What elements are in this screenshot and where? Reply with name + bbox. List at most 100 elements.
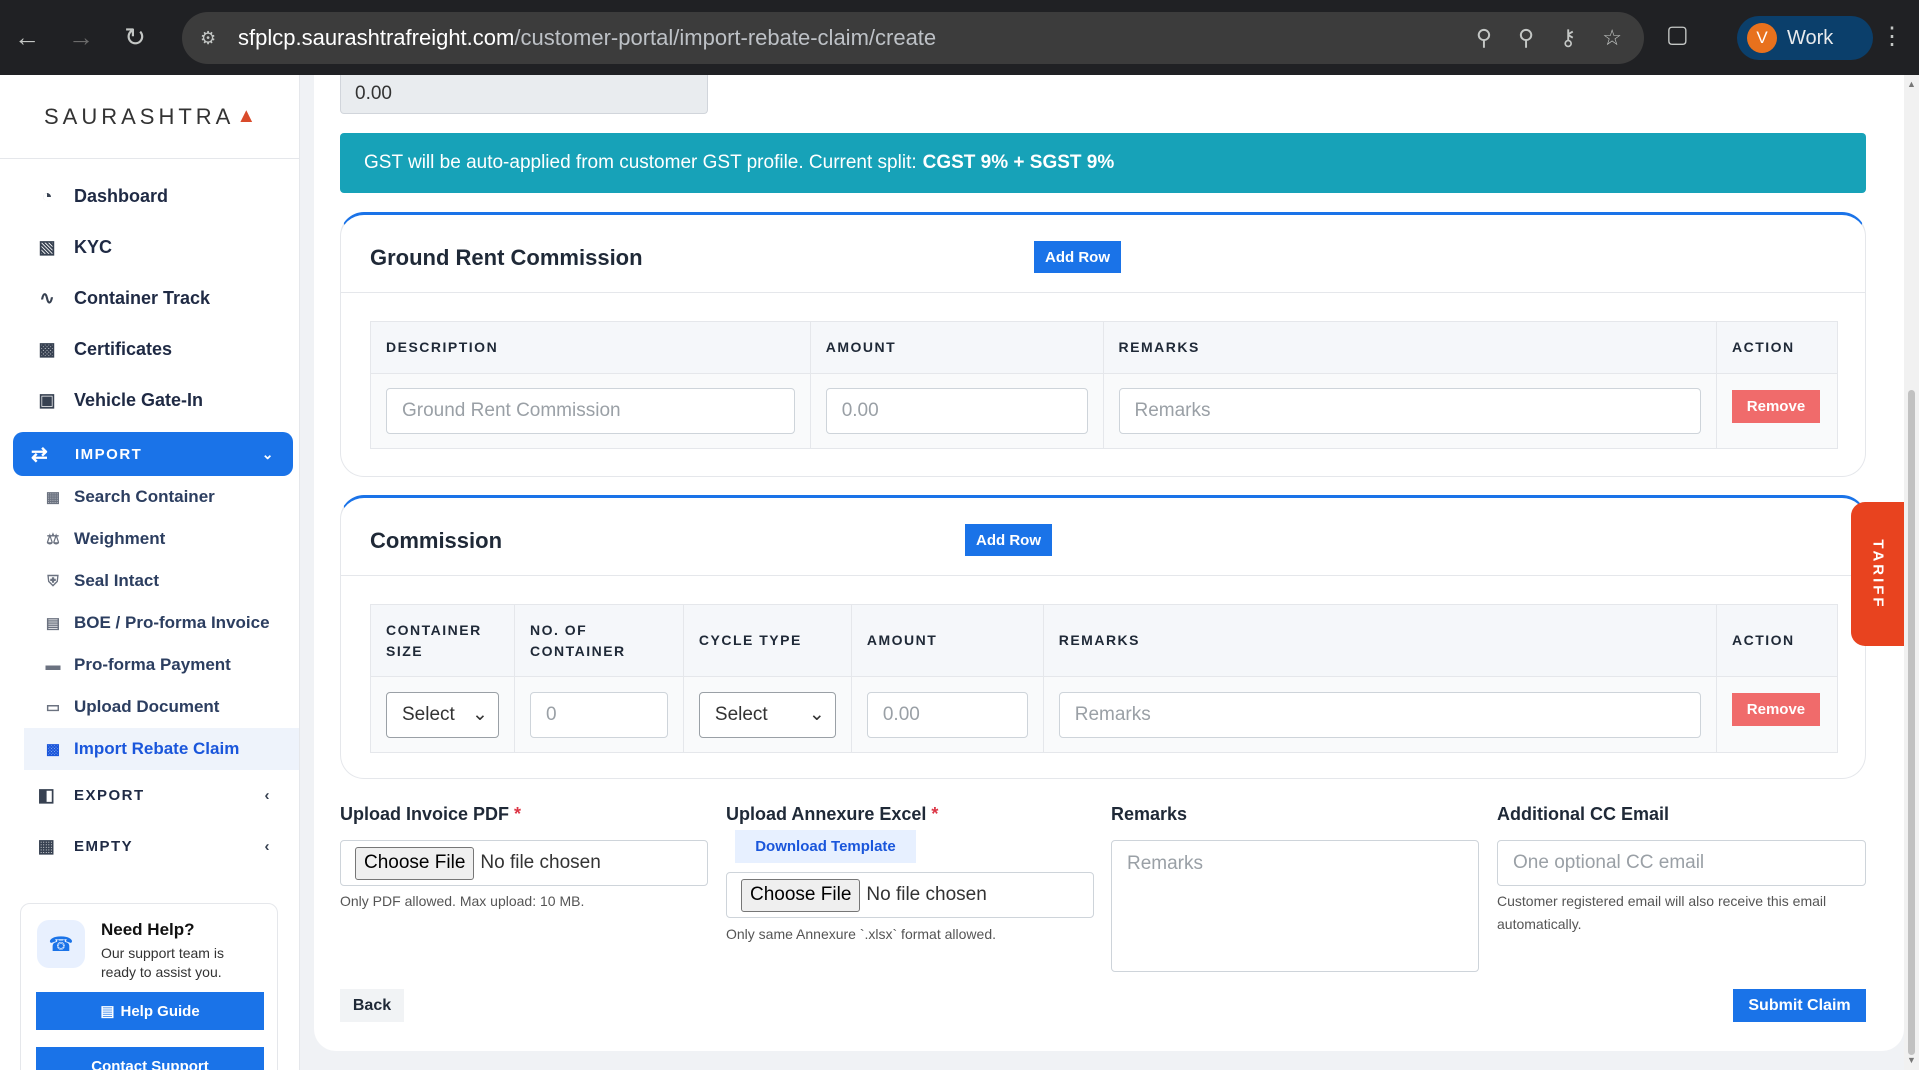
add-row-button[interactable]: Add Row — [965, 524, 1052, 556]
help-guide-button[interactable]: ▤ Help Guide — [36, 992, 264, 1030]
table-header-row: CONTAINER SIZE NO. OF CONTAINER CYCLE TY… — [370, 604, 1839, 677]
cc-email-input[interactable]: One optional CC email — [1497, 840, 1866, 886]
scroll-down-icon[interactable]: ▼ — [1907, 1055, 1916, 1065]
logo-triangle-icon: ▲ — [236, 105, 261, 127]
sidebar-item-kyc[interactable]: ▧ KYC — [0, 222, 299, 273]
dashboard-icon: ◔ — [41, 186, 53, 206]
remarks-input[interactable]: Remarks — [1118, 388, 1701, 434]
back-arrow-icon[interactable]: ← — [0, 0, 54, 75]
star-icon[interactable]: ☆ — [1602, 25, 1622, 51]
required-marker: * — [931, 804, 939, 824]
sidebar-item-label: Upload Document — [74, 697, 220, 716]
truck-icon: ▣ — [38, 390, 56, 410]
amount-input[interactable]: 0.00 — [825, 388, 1088, 434]
select-value: Select — [402, 703, 455, 725]
contact-support-button[interactable]: Contact Support — [36, 1047, 264, 1070]
download-template-button[interactable]: Download Template — [735, 830, 916, 863]
extensions-puzzle-icon[interactable]: ▢ — [1666, 20, 1689, 49]
sidebar-item-weighment[interactable]: ⚖ Weighment — [0, 518, 299, 560]
submit-claim-button[interactable]: Submit Claim — [1733, 989, 1866, 1022]
chevron-down-icon: ⌄ — [808, 704, 825, 725]
address-bar[interactable]: ⚙ sfplcp.saurashtrafreight.com/customer-… — [182, 12, 1644, 64]
page-scrollbar[interactable]: ▲ ▼ — [1904, 75, 1919, 1070]
id-card-icon: ▧ — [38, 237, 56, 257]
export-file-icon: ◧ — [37, 785, 57, 805]
annexure-hint: Only same Annexure `.xlsx` format allowe… — [726, 926, 996, 942]
back-button[interactable]: Back — [340, 989, 404, 1022]
table-row: Ground Rent Commission 0.00 Remarks Remo… — [370, 373, 1839, 449]
sidebar-item-search-container[interactable]: ▦ Search Container — [0, 476, 299, 518]
remarks-textarea[interactable]: Remarks — [1111, 840, 1479, 972]
remove-row-button[interactable]: Remove — [1731, 389, 1820, 423]
remarks-input[interactable]: Remarks — [1058, 691, 1701, 738]
profile-button[interactable]: V Work — [1737, 16, 1873, 60]
column-header: REMARKS — [1102, 321, 1717, 374]
empty-label: EMPTY — [74, 838, 134, 855]
key-icon[interactable]: ⚷ — [1560, 25, 1576, 51]
remove-row-button[interactable]: Remove — [1731, 693, 1820, 726]
invoice-hint: Only PDF allowed. Max upload: 10 MB. — [340, 893, 585, 909]
sidebar-item-vehicle-gate-in[interactable]: ▣ Vehicle Gate-In — [0, 375, 299, 426]
reload-icon[interactable]: ↻ — [108, 0, 162, 75]
sidebar-item-boe-proforma-invoice[interactable]: ▤ BOE / Pro-forma Invoice — [0, 602, 299, 644]
amount-input[interactable]: 0.00 — [866, 691, 1028, 738]
sidebar-item-container-track[interactable]: ∿ Container Track — [0, 273, 299, 324]
chevron-left-icon: ‹ — [264, 838, 271, 855]
help-card: ☎ Need Help? Our support team is ready t… — [20, 903, 278, 1070]
sidebar-item-import-rebate-claim[interactable]: ▩ Import Rebate Claim — [24, 728, 299, 770]
sidebar-section-export[interactable]: ◧ EXPORT ‹ — [0, 770, 299, 821]
sidebar-item-label: Weighment — [74, 529, 166, 548]
container-size-select[interactable]: Select ⌄ — [386, 691, 499, 738]
sidebar-item-label: KYC — [74, 237, 113, 257]
gst-alert: GST will be auto-applied from customer G… — [340, 133, 1866, 193]
more-menu-icon[interactable]: ⋮ — [1880, 22, 1904, 51]
column-header: CYCLE TYPE — [682, 604, 852, 677]
upload-annexure-label: Upload Annexure Excel * — [726, 804, 938, 825]
sidebar-item-label: Container Track — [74, 288, 211, 308]
card-title: Commission — [370, 528, 503, 553]
sidebar-item-label: Certificates — [74, 339, 173, 359]
sidebar-item-seal-intact[interactable]: ⛨ Seal Intact — [0, 560, 299, 602]
cc-email-label: Additional CC Email — [1497, 804, 1670, 824]
headset-icon: ☎ — [37, 920, 85, 968]
sidebar-item-proforma-payment[interactable]: ▬ Pro-forma Payment — [0, 644, 299, 686]
browser-toolbar: ← → ↻ ⚙ sfplcp.saurashtrafreight.com/cus… — [0, 0, 1919, 75]
cycle-type-select[interactable]: Select ⌄ — [698, 691, 836, 738]
scrollbar-thumb[interactable] — [1908, 390, 1915, 1055]
scroll-up-icon[interactable]: ▲ — [1907, 79, 1916, 89]
annexure-file-input[interactable]: Choose File No file chosen — [726, 872, 1094, 918]
label-text: Upload Annexure Excel — [726, 804, 927, 824]
logo[interactable]: SAURASHTRA ▲ — [0, 75, 299, 159]
sidebar-item-upload-document[interactable]: ▭ Upload Document — [0, 686, 299, 728]
no-of-container-input[interactable]: 0 — [529, 691, 668, 738]
commission-table: CONTAINER SIZE NO. OF CONTAINER CYCLE TY… — [370, 604, 1839, 753]
column-header: AMOUNT — [850, 604, 1044, 677]
sidebar-section-empty[interactable]: ▦ EMPTY ‹ — [0, 821, 299, 872]
sidebar-item-certificates[interactable]: ▩ Certificates — [0, 324, 299, 375]
sidebar-item-dashboard[interactable]: ◔ Dashboard — [0, 171, 299, 222]
location-pin-icon[interactable]: ⚲ — [1476, 25, 1492, 51]
forward-arrow-icon[interactable]: → — [54, 0, 108, 75]
certificate-icon: ▩ — [38, 339, 56, 359]
select-value: Select — [714, 703, 768, 725]
swap-arrows-icon: ⇄ — [31, 443, 50, 466]
add-row-button[interactable]: Add Row — [1034, 241, 1121, 273]
ground-rent-card: Ground Rent Commission Add Row DESCRIPTI… — [340, 212, 1866, 477]
sidebar-item-label: BOE / Pro-forma Invoice — [74, 613, 270, 632]
tariff-tab[interactable]: TARIFF — [1851, 502, 1905, 646]
gst-alert-split: CGST 9% + SGST 9% — [922, 152, 1115, 173]
column-header: REMARKS — [1042, 604, 1717, 677]
site-settings-icon[interactable]: ⚙ — [200, 28, 230, 49]
zoom-icon[interactable]: ⚲ — [1518, 25, 1534, 51]
description-input[interactable]: Ground Rent Commission — [386, 388, 795, 434]
help-guide-label: Help Guide — [120, 1002, 200, 1020]
chevron-left-icon: ‹ — [264, 787, 271, 804]
invoice-file-input[interactable]: Choose File No file chosen — [340, 840, 708, 886]
remarks-label: Remarks — [1111, 804, 1188, 824]
choose-file-button[interactable]: Choose File — [741, 878, 861, 912]
choose-file-button[interactable]: Choose File — [355, 846, 475, 880]
sidebar-section-import[interactable]: ⇄ IMPORT ⌄ — [13, 432, 293, 476]
column-header: NO. OF CONTAINER — [513, 604, 684, 677]
column-header: DESCRIPTION — [370, 321, 811, 374]
chevron-down-icon: ⌄ — [261, 445, 275, 462]
